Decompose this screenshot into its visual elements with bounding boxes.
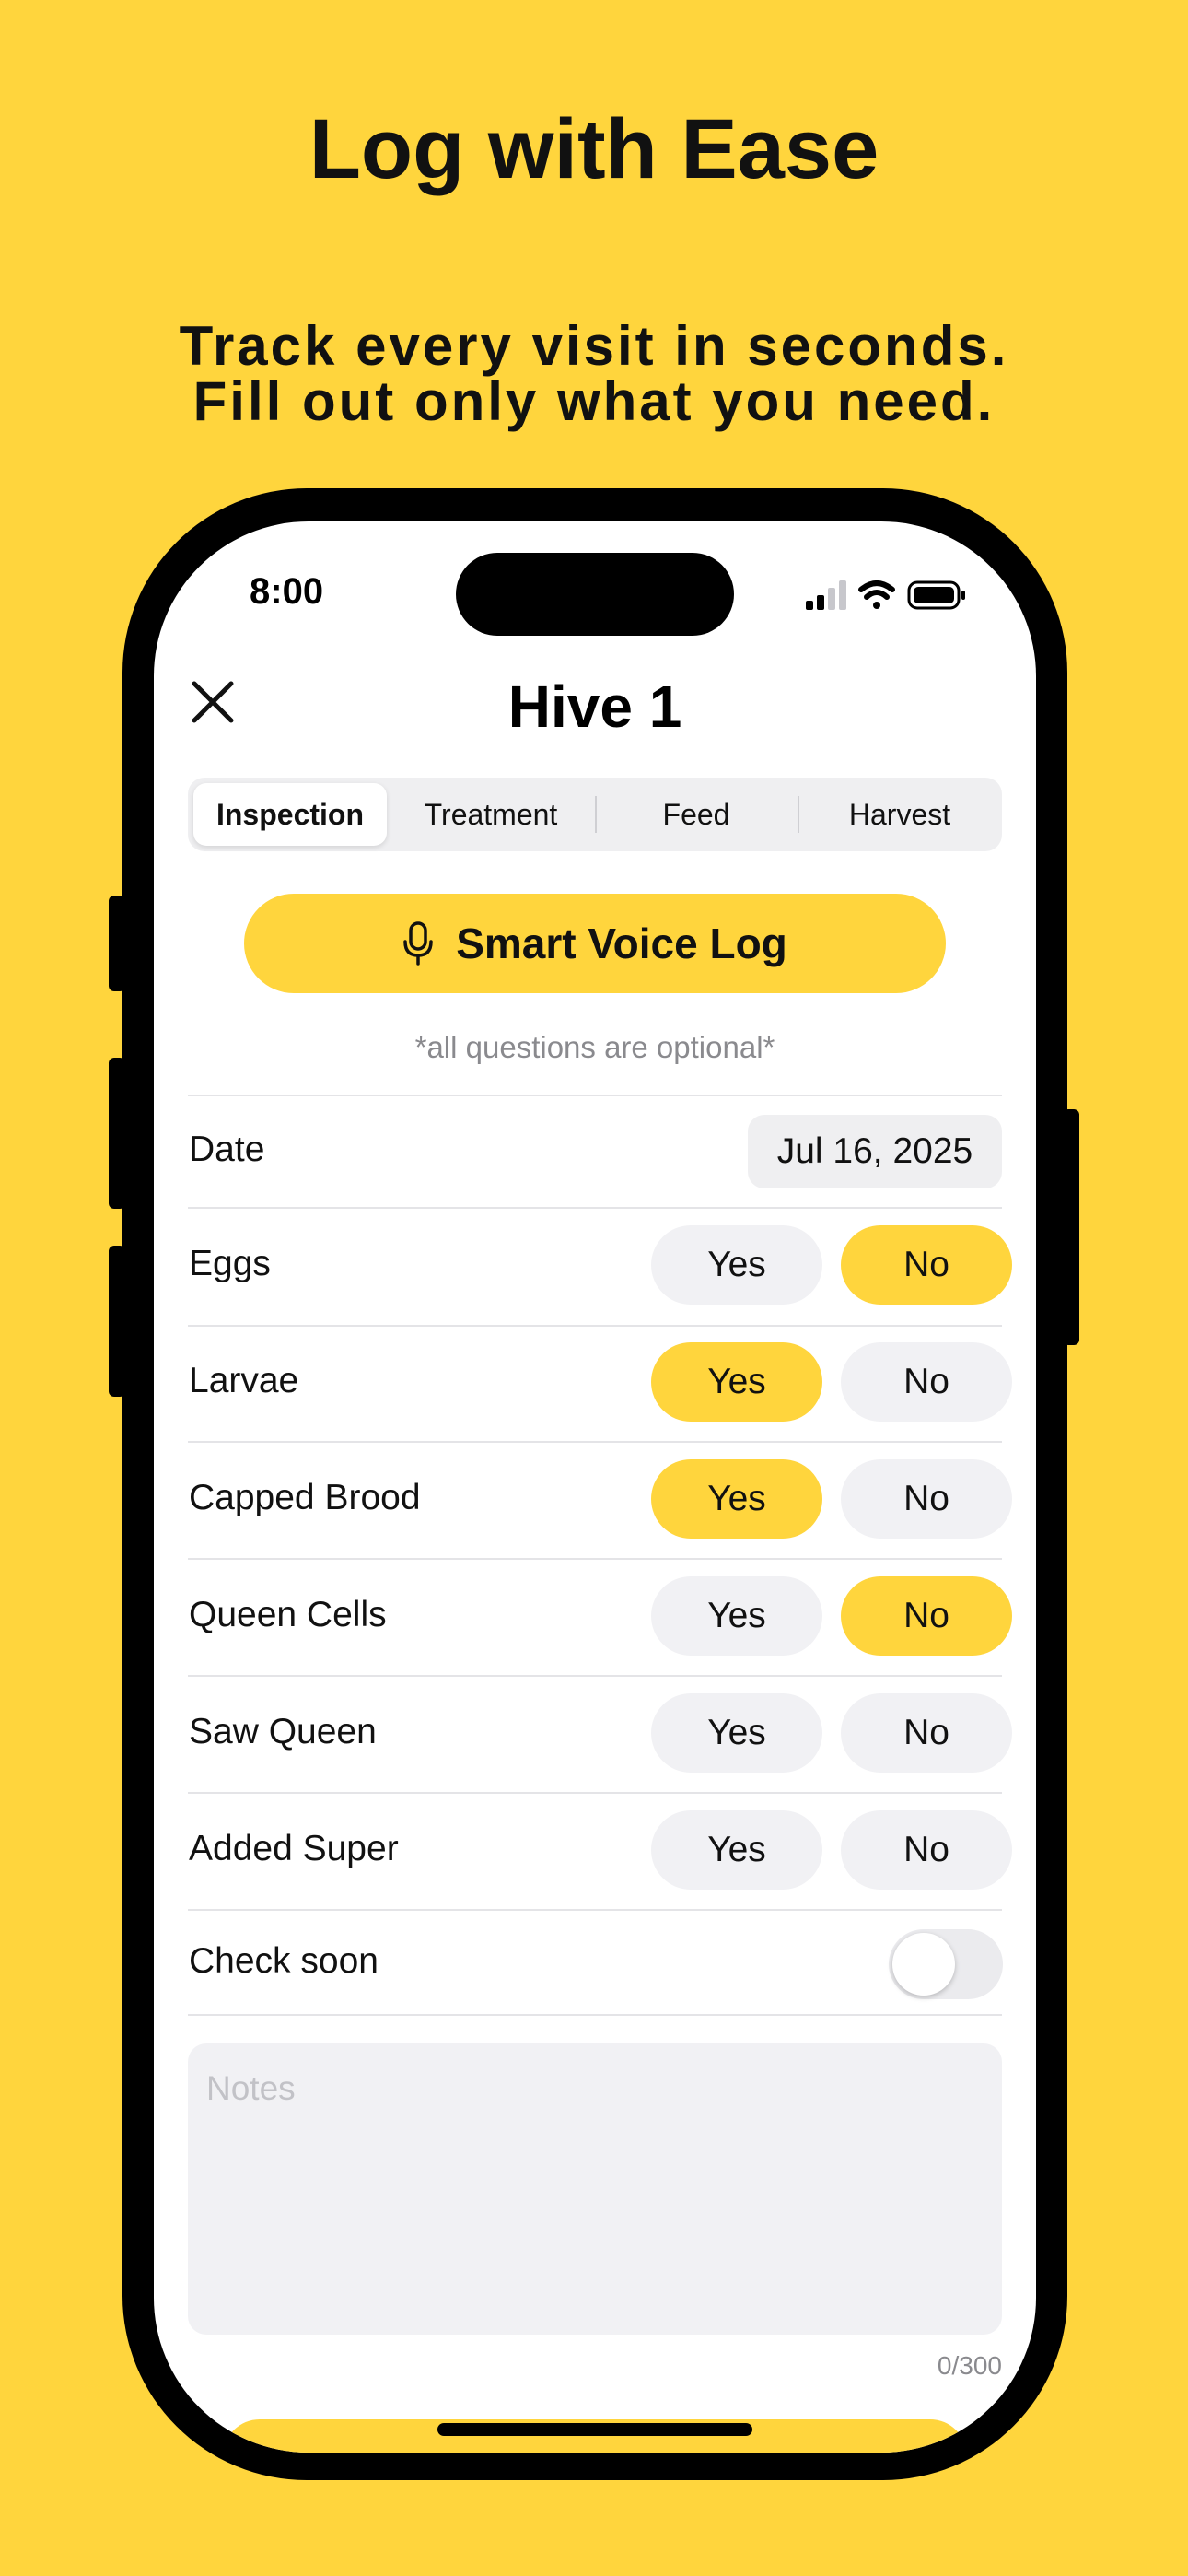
phone-action-button [109,896,125,991]
marketing-subline-1: Track every visit in seconds. [179,315,1009,377]
queen-cells-no-button[interactable]: No [841,1576,1012,1656]
optional-note: *all questions are optional* [414,1030,775,1064]
toggle-knob [892,1933,955,1996]
marketing-subline: Track every visit in seconds. Fill out o… [0,319,1188,429]
dynamic-island [456,553,734,636]
tab-divider [595,796,597,833]
row-divider [188,1792,1002,1794]
question-label-larvae: Larvae [189,1361,299,1400]
notes-character-counter: 0/300 [937,2351,1002,2380]
capped-brood-yes-button[interactable]: Yes [651,1459,822,1539]
date-picker[interactable]: Jul 16, 2025 [748,1115,1002,1188]
smart-voice-log-button[interactable]: Smart Voice Log [244,894,946,993]
capped-brood-no-button[interactable]: No [841,1459,1012,1539]
eggs-yes-button[interactable]: Yes [651,1225,822,1305]
row-divider [188,2014,1002,2016]
phone-volume-down-button [109,1246,125,1397]
log-type-tabs: Inspection Treatment Feed Harvest [188,778,1002,851]
tab-treatment[interactable]: Treatment [392,783,589,846]
question-label-queen-cells: Queen Cells [189,1595,387,1634]
phone-screen: 8:00 Hive 1 Inspection Treatment Feed Ha… [154,521,1036,2453]
status-time: 8:00 [250,571,324,612]
page-title: Hive 1 [507,673,682,740]
tab-harvest[interactable]: Harvest [803,783,996,846]
phone-volume-up-button [109,1058,125,1209]
wifi-icon [858,580,895,609]
eggs-no-button[interactable]: No [841,1225,1012,1305]
phone-power-button [1063,1109,1079,1345]
cellular-signal-icon [806,580,846,610]
added-super-yes-button[interactable]: Yes [651,1810,822,1890]
row-divider [188,1675,1002,1677]
question-label-capped-brood: Capped Brood [189,1478,421,1517]
marketing-subline-2: Fill out only what you need. [192,370,996,432]
smart-voice-log-label: Smart Voice Log [456,919,787,967]
battery-icon [907,580,965,610]
check-soon-toggle[interactable] [889,1929,1003,1999]
larvae-yes-button[interactable]: Yes [651,1342,822,1422]
tab-divider [798,796,799,833]
queen-cells-yes-button[interactable]: Yes [651,1576,822,1656]
row-divider [188,1095,1002,1096]
added-super-no-button[interactable]: No [841,1810,1012,1890]
row-divider [188,1441,1002,1443]
row-divider [188,1909,1002,1911]
tab-inspection[interactable]: Inspection [193,783,387,846]
question-label-saw-queen: Saw Queen [189,1712,377,1751]
row-divider [188,1558,1002,1560]
date-label: Date [189,1130,265,1169]
tab-feed[interactable]: Feed [599,783,794,846]
row-divider [188,1207,1002,1209]
saw-queen-no-button[interactable]: No [841,1693,1012,1773]
row-divider [188,1325,1002,1327]
check-soon-label: Check soon [189,1941,379,1981]
marketing-headline: Log with Ease [309,102,879,196]
larvae-no-button[interactable]: No [841,1342,1012,1422]
status-icons [806,577,972,614]
microphone-icon [403,921,433,966]
notes-textarea[interactable] [188,2043,1002,2335]
saw-queen-yes-button[interactable]: Yes [651,1693,822,1773]
home-indicator [437,2423,752,2436]
question-label-added-super: Added Super [189,1829,399,1868]
question-label-eggs: Eggs [189,1244,271,1283]
